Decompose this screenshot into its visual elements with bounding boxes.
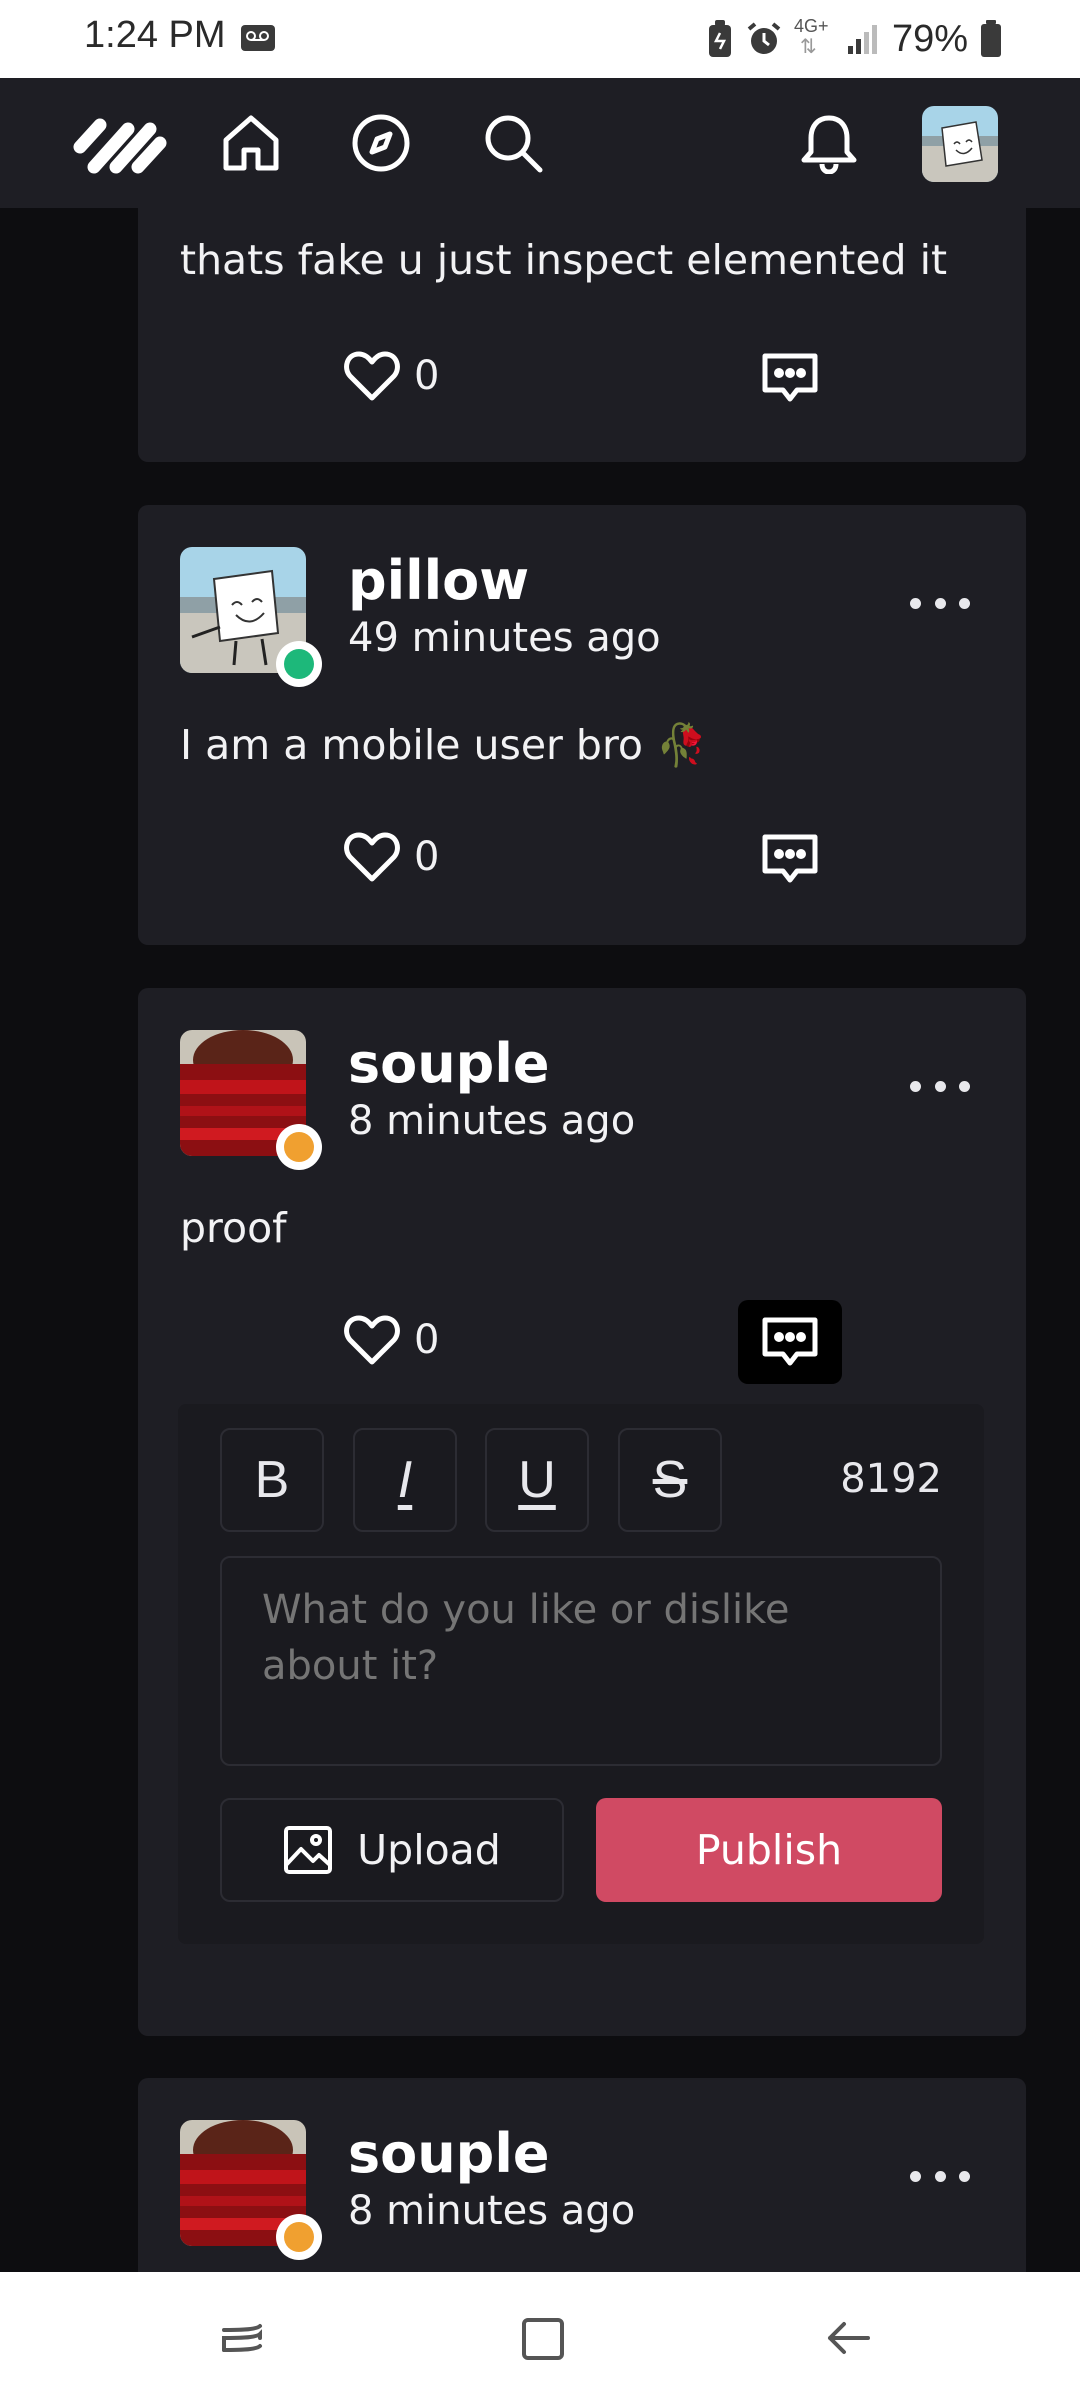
heart-icon [344, 351, 400, 401]
search-icon[interactable] [476, 106, 550, 180]
more-options-icon[interactable] [910, 583, 970, 623]
post-text: thats fake u just inspect elemented it [180, 236, 948, 284]
system-nav-bar [0, 2272, 1080, 2400]
comment-icon [762, 834, 818, 883]
like-button[interactable]: 0 [344, 831, 439, 883]
strikethrough-button[interactable]: S [618, 1428, 722, 1532]
post-card: thats fake u just inspect elemented it 0 [138, 208, 1026, 462]
bell-icon[interactable] [792, 106, 866, 180]
italic-button[interactable]: I [353, 1428, 457, 1532]
upload-label: Upload [357, 1826, 501, 1874]
like-count: 0 [414, 834, 440, 880]
network-4g-icon: 4G+ ⇅ [793, 16, 829, 58]
battery-saver-icon [708, 20, 731, 57]
bold-button[interactable]: B [220, 1428, 324, 1532]
post-text: I am a mobile user bro 🥀 [180, 721, 708, 769]
top-nav [0, 78, 1080, 208]
user-avatar[interactable] [922, 106, 998, 182]
underline-button[interactable]: U [485, 1428, 589, 1532]
heart-icon [344, 1315, 400, 1365]
publish-button[interactable]: Publish [596, 1798, 942, 1902]
post-card: pillow 49 minutes ago I am a mobile user… [138, 505, 1026, 945]
more-options-icon[interactable] [910, 1066, 970, 1106]
away-status-badge [276, 2214, 322, 2260]
recent-apps-icon[interactable] [212, 2308, 272, 2368]
upload-button[interactable]: Upload [220, 1798, 564, 1902]
more-options-icon[interactable] [910, 2156, 970, 2196]
logo-icon[interactable] [72, 106, 168, 180]
image-icon [284, 1826, 333, 1874]
comment-button[interactable] [738, 1300, 842, 1384]
post-card: souple 8 minutes ago [138, 2078, 1026, 2272]
character-count: 8192 [840, 1456, 942, 1502]
compass-icon[interactable] [344, 106, 418, 180]
signal-icon [847, 25, 877, 54]
status-bar: 1:24 PM 4G+ ⇅ 79% [0, 0, 1080, 78]
back-icon[interactable] [818, 2308, 878, 2368]
comment-editor: B I U S 8192 Upload Publish [178, 1404, 984, 1944]
post-timestamp: 8 minutes ago [348, 1098, 636, 1144]
battery-percent: 79% [891, 17, 968, 60]
heart-icon [344, 832, 400, 882]
post-username[interactable]: pillow [348, 549, 529, 612]
post-card: souple 8 minutes ago proof 0 B I U S 819… [138, 988, 1026, 2036]
online-status-badge [276, 641, 322, 687]
post-username[interactable]: souple [348, 2122, 549, 2185]
like-count: 0 [414, 1317, 440, 1363]
home-icon[interactable] [214, 106, 288, 180]
post-username[interactable]: souple [348, 1032, 549, 1095]
like-button[interactable]: 0 [344, 1314, 439, 1366]
comment-icon [762, 1317, 818, 1366]
data-arrows-icon: ⇅ [799, 34, 817, 58]
like-count: 0 [414, 353, 440, 399]
home-nav-icon[interactable] [512, 2308, 572, 2368]
post-text: proof [180, 1204, 287, 1252]
post-timestamp: 49 minutes ago [348, 615, 661, 661]
voicemail-icon [241, 25, 275, 51]
alarm-icon [747, 22, 781, 54]
comment-button[interactable] [738, 817, 842, 901]
status-time: 1:24 PM [84, 14, 226, 56]
post-timestamp: 8 minutes ago [348, 2188, 636, 2234]
comment-icon [762, 353, 818, 402]
battery-icon [981, 20, 1001, 57]
comment-button[interactable] [738, 336, 842, 420]
away-status-badge [276, 1124, 322, 1170]
like-button[interactable]: 0 [344, 350, 439, 402]
comment-input[interactable] [220, 1556, 942, 1766]
